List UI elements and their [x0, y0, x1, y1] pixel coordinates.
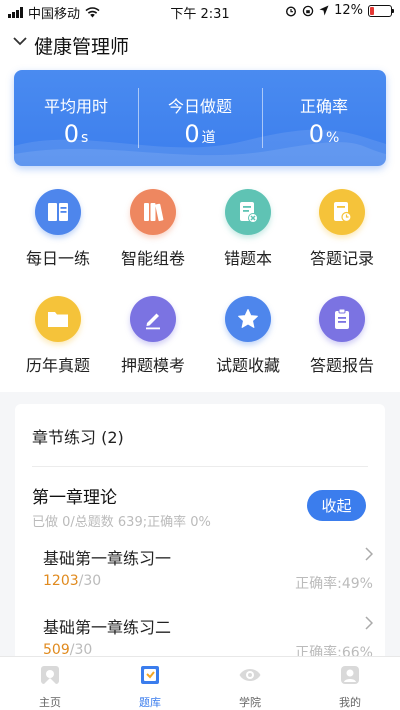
book-icon — [35, 189, 81, 235]
exercise-name: 基础第一章练习一 — [43, 549, 172, 568]
grid-label: 押题模考 — [120, 356, 185, 375]
chapter-practice-card: 章节练习 (2) 第一章理论 已做 0/总题数 639;正确率 0% 收起 基础… — [15, 404, 385, 664]
question-bank-icon — [141, 666, 159, 684]
tab-academy[interactable]: 学院 — [200, 657, 300, 710]
stat-label: 今日做题 — [167, 97, 232, 116]
tab-label: 我的 — [339, 696, 361, 709]
stats-banner: 平均用时 0s 今日做题 0道 正确率 0% — [14, 70, 386, 166]
grid-answer-report[interactable]: 答题报告 — [297, 296, 387, 386]
stat-label: 正确率 — [299, 97, 348, 116]
grid-favorites[interactable]: 试题收藏 — [203, 296, 293, 386]
eye-icon — [239, 669, 261, 681]
grid-daily-practice[interactable]: 每日一练 — [13, 189, 103, 279]
grid-mock-exam[interactable]: 押题模考 — [108, 296, 198, 386]
pen-icon — [130, 296, 176, 342]
grid-label: 试题收藏 — [215, 356, 280, 375]
stat-avg-time: 平均用时 0s — [14, 70, 138, 166]
exercise-name: 基础第一章练习二 — [43, 618, 172, 637]
page-title[interactable]: 健康管理师 — [34, 32, 129, 59]
stat-accuracy: 正确率 0% — [262, 70, 386, 166]
header: 健康管理师 — [0, 22, 400, 66]
battery-icon — [368, 4, 394, 17]
chevron-right-icon — [365, 616, 373, 630]
folder-icon — [35, 296, 81, 342]
exercise-count: 1203/30 — [43, 573, 102, 589]
stat-value: 0% — [308, 120, 340, 148]
tab-profile[interactable]: 我的 — [300, 657, 400, 710]
stat-value: 0s — [63, 120, 89, 148]
profile-icon — [341, 666, 359, 684]
alarm-icon — [286, 5, 297, 17]
grid-wrong-book[interactable]: 错题本 — [203, 189, 293, 279]
stat-label: 平均用时 — [43, 97, 108, 116]
binders-icon — [130, 189, 176, 235]
tab-label: 题库 — [139, 696, 161, 709]
divider — [32, 466, 368, 467]
grid-past-exams[interactable]: 历年真题 — [13, 296, 103, 386]
stat-value: 0道 — [184, 120, 216, 148]
wrong-doc-icon — [225, 189, 271, 235]
star-icon — [225, 296, 271, 342]
chapter-title[interactable]: 第一章理论 — [32, 483, 117, 508]
exercise-item[interactable]: 基础第一章练习一 1203/30 正确率:49% — [43, 545, 373, 605]
rotation-lock-icon — [302, 5, 314, 16]
chevron-down-icon[interactable] — [13, 37, 27, 46]
tab-home[interactable]: 主页 — [0, 657, 100, 710]
home-icon — [41, 666, 59, 684]
tab-bar: 主页 题库 学院 我的 — [0, 656, 400, 710]
chapter-summary: 已做 0/总题数 639;正确率 0% — [32, 515, 211, 530]
tab-question-bank[interactable]: 题库 — [100, 657, 200, 710]
grid-label: 错题本 — [223, 249, 272, 268]
collapse-button[interactable]: 收起 — [307, 490, 366, 521]
location-icon — [319, 5, 329, 16]
grid-label: 每日一练 — [25, 249, 90, 268]
stat-today-count: 今日做题 0道 — [138, 70, 262, 166]
grid-label: 历年真题 — [25, 356, 90, 375]
grid-label: 智能组卷 — [120, 249, 185, 268]
battery-percent: 12% — [334, 3, 363, 18]
tab-label: 学院 — [239, 696, 261, 709]
section-title: 章节练习 (2) — [32, 428, 124, 447]
record-clock-icon — [319, 189, 365, 235]
clipboard-icon — [319, 296, 365, 342]
exercise-accuracy: 正确率:49% — [295, 576, 373, 592]
status-bar: 中国移动 下午 2:31 12% — [0, 0, 400, 22]
grid-smart-paper[interactable]: 智能组卷 — [108, 189, 198, 279]
grid-answer-record[interactable]: 答题记录 — [297, 189, 387, 279]
chevron-right-icon — [365, 547, 373, 561]
grid-label: 答题记录 — [309, 249, 374, 268]
grid-label: 答题报告 — [309, 356, 374, 375]
tab-label: 主页 — [39, 696, 61, 709]
